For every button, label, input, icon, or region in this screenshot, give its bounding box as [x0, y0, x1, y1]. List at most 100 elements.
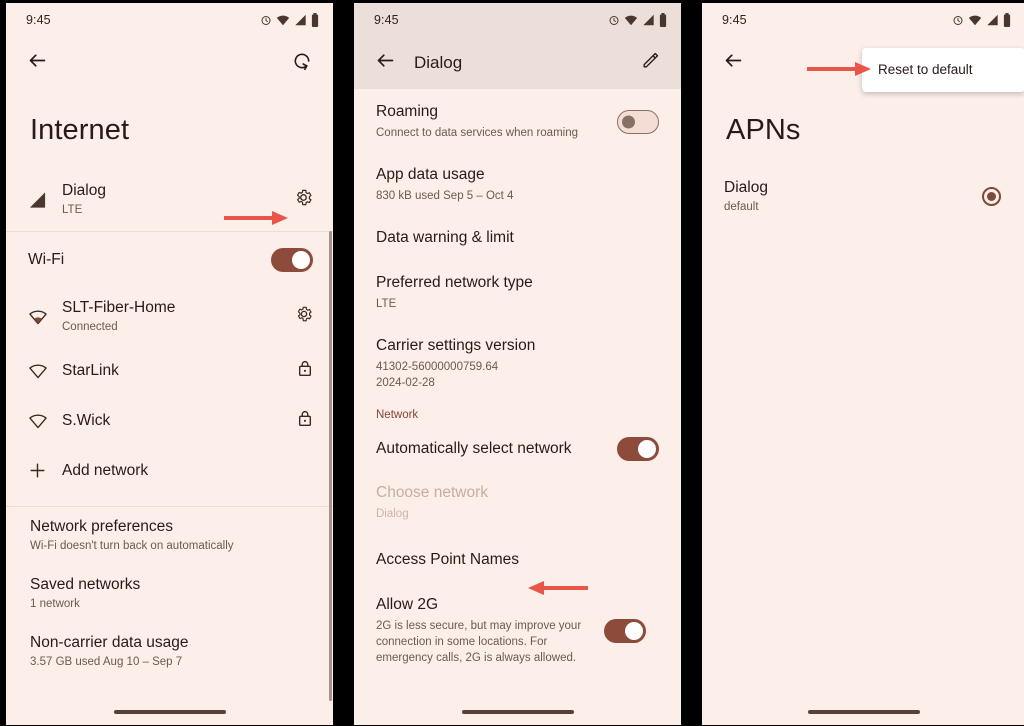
item-sub: Dialog	[376, 508, 409, 520]
item-sub: 2G is less secure, but may improve your …	[376, 619, 582, 665]
add-network-row[interactable]: Add network	[6, 446, 333, 496]
carrier-row[interactable]: Dialog LTE	[6, 169, 333, 231]
navigation-bar	[6, 699, 333, 725]
status-icons	[952, 13, 1011, 27]
auto-select-network-row[interactable]: Automatically select network	[354, 427, 681, 471]
app-data-usage-row[interactable]: App data usage 830 kB used Sep 5 – Oct 4	[354, 151, 681, 214]
back-button[interactable]	[20, 46, 54, 80]
app-bar	[6, 37, 333, 89]
item-title: Preferred network type	[376, 273, 533, 291]
status-time: 9:45	[722, 13, 747, 27]
access-point-names-row[interactable]: Access Point Names	[354, 532, 681, 585]
preferred-network-type-row[interactable]: Preferred network type LTE	[354, 263, 681, 322]
carrier-name: Dialog	[62, 182, 106, 200]
app-bar: Dialog	[354, 37, 681, 89]
alarm-icon	[608, 14, 620, 26]
signal-icon	[642, 14, 655, 26]
wifi-icon	[276, 14, 290, 26]
pencil-icon	[641, 51, 660, 75]
scrollbar[interactable]	[329, 231, 332, 701]
roaming-toggle[interactable]	[617, 109, 659, 134]
lock-icon	[297, 359, 313, 382]
navigation-bar	[702, 699, 1024, 725]
section-caption-network: Network	[376, 409, 419, 422]
item-title: Access Point Names	[376, 551, 519, 569]
carrier-sub: LTE	[62, 204, 83, 217]
wifi-label: Wi-Fi	[28, 250, 65, 268]
network-settings-button[interactable]	[295, 305, 313, 328]
apn-radio-button[interactable]	[982, 187, 1001, 207]
wifi-toggle-row[interactable]: Wi-Fi	[6, 232, 333, 288]
alarm-icon	[952, 14, 964, 26]
status-icons	[260, 13, 319, 27]
reset-button[interactable]	[285, 46, 319, 80]
pref-sub: 1 network	[30, 598, 80, 611]
gesture-pill[interactable]	[807, 710, 920, 714]
network-status: Connected	[62, 321, 118, 334]
page-title: APNs	[726, 114, 801, 146]
apn-sub: default	[724, 201, 759, 214]
phone-panel-apns: 9:45 Reset to default APNs Dialog defaul…	[702, 3, 1024, 725]
network-name: S.Wick	[62, 411, 111, 429]
menu-item-reset-to-default[interactable]: Reset to default	[862, 62, 1024, 78]
pref-title: Network preferences	[30, 518, 174, 536]
signal-icon	[294, 14, 307, 26]
gesture-pill[interactable]	[113, 710, 226, 714]
gear-icon	[295, 305, 313, 328]
wifi-icon	[28, 413, 62, 429]
pref-sub: Wi-Fi doesn't turn back on automatically	[30, 540, 234, 553]
overflow-menu: Reset to default	[862, 48, 1024, 93]
auto-select-network-toggle[interactable]	[617, 437, 659, 462]
data-warning-limit-row[interactable]: Data warning & limit	[354, 214, 681, 263]
status-time: 9:45	[374, 13, 399, 27]
item-title: Allow 2G	[376, 596, 439, 614]
pref-title: Saved networks	[30, 576, 141, 594]
item-title: Carrier settings version	[376, 336, 536, 354]
battery-icon	[659, 13, 667, 27]
app-bar-title: Dialog	[414, 53, 463, 72]
carrier-settings-button[interactable]	[294, 188, 313, 212]
apn-row-dialog[interactable]: Dialog default	[702, 169, 1024, 225]
status-bar: 9:45	[354, 3, 681, 37]
page-title: Internet	[30, 114, 130, 146]
network-row-swick[interactable]: S.Wick	[6, 396, 333, 446]
item-sub: 830 kB used Sep 5 – Oct 4	[376, 189, 514, 202]
wifi-icon	[624, 14, 638, 26]
item-sub: 41302-56000000759.64 2024-02-28	[376, 360, 499, 389]
battery-icon	[311, 13, 319, 27]
signal-icon	[986, 14, 999, 26]
wifi-toggle[interactable]	[271, 247, 313, 272]
item-sub: LTE	[376, 297, 397, 310]
network-preferences-row[interactable]: Network preferences Wi-Fi doesn't turn b…	[6, 507, 333, 565]
back-button[interactable]	[716, 46, 750, 80]
item-title: Choose network	[376, 484, 489, 502]
non-carrier-data-usage-row[interactable]: Non-carrier data usage 3.57 GB used Aug …	[6, 623, 333, 681]
back-arrow-icon	[723, 50, 744, 76]
saved-networks-row[interactable]: Saved networks 1 network	[6, 565, 333, 623]
wifi-icon	[28, 363, 62, 379]
wifi-connected-icon	[28, 309, 62, 325]
lock-indicator	[297, 359, 313, 382]
back-arrow-icon	[375, 50, 396, 76]
gesture-pill[interactable]	[461, 710, 574, 714]
roaming-row[interactable]: Roaming Connect to data services when ro…	[354, 89, 681, 151]
item-title: Data warning & limit	[376, 229, 514, 247]
choose-network-row: Choose network Dialog	[354, 471, 681, 532]
carrier-settings-version-row[interactable]: Carrier settings version 41302-560000007…	[354, 322, 681, 409]
signal-bars-icon	[28, 191, 62, 209]
allow-2g-toggle[interactable]	[604, 618, 646, 643]
lock-icon	[297, 409, 313, 432]
lock-indicator	[297, 409, 313, 432]
item-title: App data usage	[376, 166, 485, 184]
network-row-starlink[interactable]: StarLink	[6, 346, 333, 396]
network-row-slt-fiber-home[interactable]: SLT-Fiber-Home Connected	[6, 288, 333, 346]
wifi-icon	[968, 14, 982, 26]
back-button[interactable]	[368, 46, 402, 80]
phone-panel-dialog: 9:45 Dialog Roaming Connect to data serv…	[354, 3, 681, 725]
back-arrow-icon	[27, 50, 48, 76]
status-time: 9:45	[26, 13, 51, 27]
add-network-label: Add network	[62, 461, 149, 479]
allow-2g-row[interactable]: Allow 2G 2G is less secure, but may impr…	[354, 585, 681, 676]
status-bar: 9:45	[702, 3, 1024, 37]
edit-button[interactable]	[633, 46, 667, 80]
